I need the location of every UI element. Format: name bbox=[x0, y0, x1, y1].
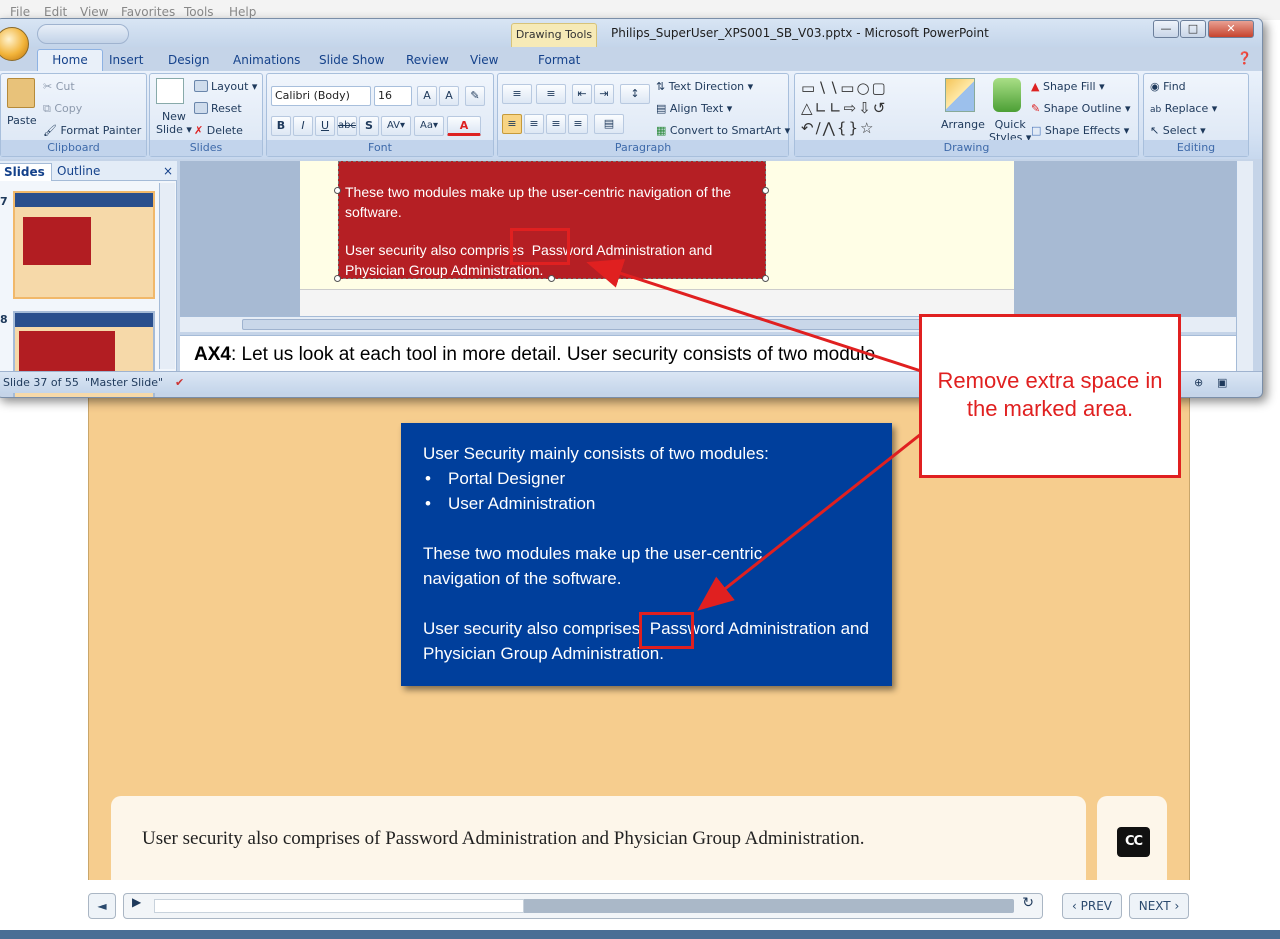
annotation-callout: Remove extra space in the marked area. bbox=[919, 314, 1181, 478]
arrow-to-bottom-mark bbox=[697, 432, 922, 611]
arrow-to-top-mark bbox=[586, 259, 922, 373]
